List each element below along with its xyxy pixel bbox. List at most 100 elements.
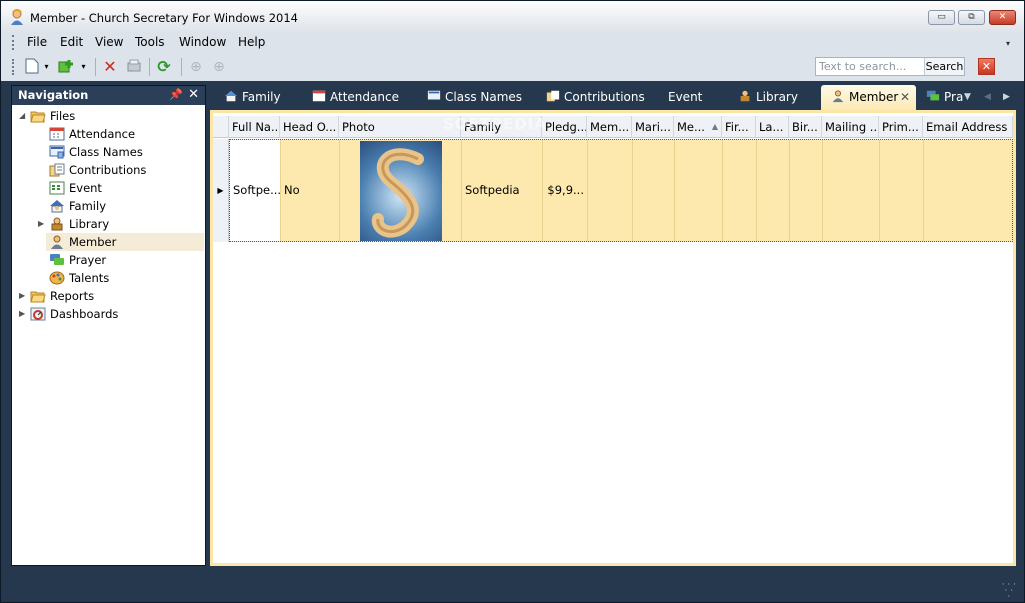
- calendar-icon: [312, 90, 326, 102]
- table-row[interactable]: Softpe... No Softpedia $9,9...: [229, 139, 1013, 242]
- column-header-sorted[interactable]: Me... ▲: [674, 116, 722, 138]
- cell-head-of-household[interactable]: No: [281, 140, 340, 241]
- expand-arrow-icon[interactable]: ▶: [38, 215, 46, 233]
- collapse-arrow-icon[interactable]: ◢: [19, 107, 27, 125]
- delete-icon[interactable]: ✕: [101, 58, 119, 76]
- tree-node-files[interactable]: ◢ Files: [12, 107, 202, 125]
- row-indicator-icon[interactable]: ▶: [213, 139, 229, 242]
- restore-button[interactable]: ⧉: [958, 10, 985, 25]
- tree-node-prayer[interactable]: Prayer: [12, 251, 202, 269]
- navigation-panel: Navigation 📌 ✕ ◢ Files Attendance Class …: [11, 85, 206, 566]
- sort-ascending-icon: ▲: [711, 122, 718, 131]
- tree-node-dashboards[interactable]: ▶ Dashboards: [12, 305, 202, 323]
- menu-file[interactable]: File: [27, 35, 47, 49]
- library-icon: [740, 90, 750, 102]
- expand-arrow-icon[interactable]: ▶: [19, 305, 27, 323]
- cell-pledge[interactable]: $9,9...: [543, 140, 588, 241]
- tab-family[interactable]: Family: [224, 85, 281, 110]
- tab-prayer[interactable]: Pra: [926, 85, 963, 110]
- toolbar-grip[interactable]: [12, 59, 15, 75]
- add-record-icon[interactable]: [58, 58, 76, 76]
- calendar-icon: [49, 127, 65, 141]
- menu-tools[interactable]: Tools: [135, 35, 165, 49]
- menu-view[interactable]: View: [95, 35, 123, 49]
- minimize-button[interactable]: ▭: [928, 10, 955, 25]
- search-box[interactable]: Text to search... Search: [815, 57, 965, 76]
- tab-strip: Family Attendance Class Names Contributi…: [210, 85, 1016, 110]
- grid-header: Full Na... Head O... Photo Family Pledg.…: [213, 116, 1013, 138]
- folder-open-icon: [30, 111, 46, 123]
- close-button[interactable]: ✕: [989, 10, 1016, 25]
- column-header[interactable]: Email Address: [923, 116, 1013, 138]
- column-header[interactable]: Mem...: [587, 116, 632, 138]
- column-header[interactable]: La...: [756, 116, 789, 138]
- column-header[interactable]: Bir...: [789, 116, 822, 138]
- cell-first[interactable]: [723, 140, 757, 241]
- clear-search-icon[interactable]: ✕: [978, 58, 995, 75]
- column-header[interactable]: Mari...: [632, 116, 674, 138]
- cell-email[interactable]: [924, 140, 1012, 241]
- cell-birth[interactable]: [790, 140, 823, 241]
- cell-marital[interactable]: [633, 140, 675, 241]
- column-header[interactable]: Prim...: [879, 116, 923, 138]
- app-window: Member - Church Secretary For Windows 20…: [0, 0, 1025, 603]
- close-panel-icon[interactable]: ✕: [188, 87, 199, 102]
- tree-node-attendance[interactable]: Attendance: [12, 125, 202, 143]
- tree-node-talents[interactable]: Talents: [12, 269, 202, 287]
- tree-node-class-names[interactable]: Class Names: [12, 143, 202, 161]
- document-area: Family Attendance Class Names Contributi…: [210, 85, 1016, 566]
- menu-window[interactable]: Window: [179, 35, 226, 49]
- tree-node-event[interactable]: Event: [12, 179, 202, 197]
- print-icon[interactable]: [125, 58, 143, 76]
- down-arrow-icon[interactable]: ⊕: [210, 58, 228, 76]
- new-document-icon[interactable]: [24, 58, 40, 76]
- close-tab-icon[interactable]: ✕: [900, 85, 910, 109]
- tree-node-reports[interactable]: ▶ Reports: [12, 287, 202, 305]
- column-header[interactable]: Full Na...: [229, 116, 280, 138]
- column-header[interactable]: Pledg...: [542, 116, 587, 138]
- column-header[interactable]: Fir...: [722, 116, 756, 138]
- scroll-tabs-left-icon[interactable]: ◀: [984, 85, 991, 110]
- tab-contributions[interactable]: Contributions: [546, 85, 645, 110]
- cell-family[interactable]: Softpedia: [462, 140, 543, 241]
- member-grid: Full Na... Head O... Photo Family Pledg.…: [210, 110, 1016, 566]
- menubar-grip[interactable]: [12, 35, 15, 50]
- classroom-icon: [427, 90, 441, 100]
- up-arrow-icon[interactable]: ⊕: [187, 58, 205, 76]
- row-indicator-header: [213, 116, 229, 138]
- scroll-tabs-right-icon[interactable]: ▶: [1003, 85, 1010, 110]
- tree-node-library[interactable]: ▶ Library: [12, 215, 202, 233]
- cell-last[interactable]: [757, 140, 790, 241]
- column-header[interactable]: Mailing ...: [822, 116, 879, 138]
- cell-full-name[interactable]: Softpe...: [230, 140, 281, 241]
- family-house-icon: [50, 200, 64, 213]
- refresh-icon[interactable]: ⟳: [155, 58, 173, 76]
- cell-photo[interactable]: [340, 140, 462, 241]
- new-dropdown-icon[interactable]: ▾: [42, 58, 51, 76]
- member-photo: [360, 141, 442, 241]
- tab-event[interactable]: Event: [668, 85, 702, 110]
- tab-library[interactable]: Library: [738, 85, 798, 110]
- tree-node-contributions[interactable]: Contributions: [12, 161, 202, 179]
- cell-mailing[interactable]: [823, 140, 880, 241]
- prayer-chat-icon: [50, 254, 64, 265]
- cell-member[interactable]: [588, 140, 633, 241]
- menu-help[interactable]: Help: [238, 35, 265, 49]
- menu-edit[interactable]: Edit: [60, 35, 83, 49]
- search-button[interactable]: Search: [924, 58, 964, 75]
- title-bar[interactable]: Member - Church Secretary For Windows 20…: [1, 1, 1024, 32]
- column-header[interactable]: Head O...: [280, 116, 339, 138]
- tab-member[interactable]: Member ✕: [821, 85, 916, 110]
- tab-attendance[interactable]: Attendance: [312, 85, 399, 110]
- tab-class-names[interactable]: Class Names: [427, 85, 522, 110]
- pin-icon[interactable]: 📌: [169, 88, 183, 101]
- resize-grip-icon[interactable]: · · · · · ·: [1002, 581, 1016, 602]
- cell-primary[interactable]: [880, 140, 924, 241]
- expand-arrow-icon[interactable]: ▶: [19, 287, 27, 305]
- add-dropdown-icon[interactable]: ▾: [79, 58, 88, 76]
- tree-node-family[interactable]: Family: [12, 197, 202, 215]
- tab-list-dropdown-icon[interactable]: ▼: [964, 85, 971, 110]
- cell-me[interactable]: [675, 140, 723, 241]
- tree-node-member[interactable]: Member: [12, 233, 202, 251]
- search-input[interactable]: Text to search...: [819, 60, 906, 73]
